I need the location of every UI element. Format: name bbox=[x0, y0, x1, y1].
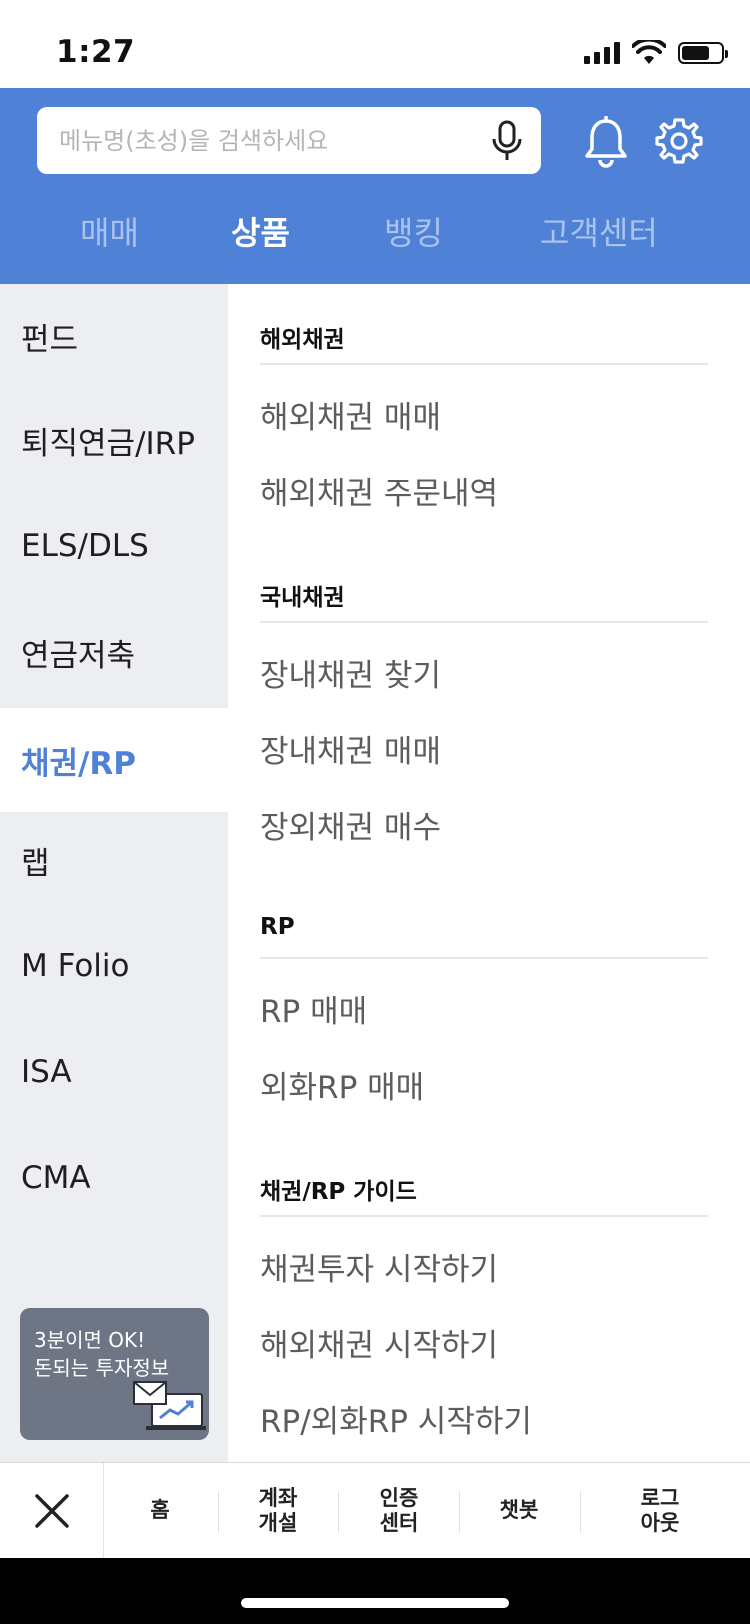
sidebar-item-m-folio[interactable]: M Folio bbox=[0, 914, 228, 1018]
bottom-separator bbox=[338, 1491, 339, 1533]
close-icon bbox=[34, 1494, 69, 1528]
section-title-rp: RP bbox=[260, 914, 295, 940]
sidebar-item-wrap[interactable]: 랩 bbox=[0, 808, 228, 912]
bottom-toolbar: 홈 계좌 개설 인증 센터 챗봇 로그 아웃 bbox=[0, 1462, 750, 1559]
sidebar-item-fund[interactable]: 펀드 bbox=[0, 284, 228, 388]
home-indicator[interactable] bbox=[241, 1598, 509, 1608]
link-fx-rp-trade[interactable]: 외화RP 매매 bbox=[260, 1062, 424, 1107]
link-rp-fx-rp-start[interactable]: RP/외화RP 시작하기 bbox=[260, 1396, 532, 1441]
section-divider bbox=[260, 1215, 708, 1217]
link-bond-invest-start[interactable]: 채권투자 시작하기 bbox=[260, 1244, 498, 1289]
main-tabs: 매매 상품 뱅킹 고객센터 bbox=[0, 208, 750, 264]
bottom-open-account-button[interactable]: 계좌 개설 bbox=[220, 1463, 336, 1559]
tab-banking[interactable]: 뱅킹 bbox=[384, 208, 443, 254]
mail-chart-icon bbox=[133, 1381, 206, 1430]
status-icons bbox=[584, 40, 728, 66]
link-otc-bond-buy[interactable]: 장외채권 매수 bbox=[260, 802, 441, 847]
search-box[interactable] bbox=[37, 107, 541, 174]
section-divider bbox=[260, 957, 708, 959]
microphone-icon[interactable] bbox=[487, 119, 527, 163]
bottom-auth-center-button[interactable]: 인증 센터 bbox=[340, 1463, 458, 1559]
promo-banner[interactable]: 3분이면 OK! 돈되는 투자정보 bbox=[20, 1308, 209, 1440]
sidebar-item-pension-savings[interactable]: 연금저축 bbox=[0, 600, 228, 704]
status-time: 1:27 bbox=[56, 34, 136, 70]
sidebar-item-els-dls[interactable]: ELS/DLS bbox=[0, 494, 228, 598]
link-overseas-bond-trade[interactable]: 해외채권 매매 bbox=[260, 392, 441, 437]
category-sidebar: 펀드 퇴직연금/IRP ELS/DLS 연금저축 채권/RP 랩 M Folio… bbox=[0, 284, 228, 1462]
gear-icon[interactable] bbox=[654, 116, 704, 166]
home-indicator-area bbox=[0, 1558, 750, 1624]
wifi-icon bbox=[632, 40, 666, 64]
link-overseas-bond-start[interactable]: 해외채권 시작하기 bbox=[260, 1320, 498, 1365]
status-bar: 1:27 bbox=[0, 0, 750, 88]
bottom-home-button[interactable]: 홈 bbox=[104, 1463, 216, 1559]
section-title-domestic-bonds: 국내채권 bbox=[260, 585, 345, 611]
tab-customer-center[interactable]: 고객센터 bbox=[540, 208, 658, 254]
battery-icon bbox=[678, 42, 728, 64]
sidebar-item-isa[interactable]: ISA bbox=[0, 1020, 228, 1124]
signal-icon bbox=[584, 42, 620, 64]
section-divider bbox=[260, 363, 708, 365]
sidebar-item-bond-rp[interactable]: 채권/RP bbox=[0, 708, 228, 812]
section-title-overseas-bonds: 해외채권 bbox=[260, 327, 345, 353]
submenu-panel: 해외채권 해외채권 매매 해외채권 주문내역 국내채권 장내채권 찾기 장내채권… bbox=[228, 284, 750, 1462]
close-button[interactable] bbox=[0, 1463, 104, 1559]
sidebar-item-cma[interactable]: CMA bbox=[0, 1126, 228, 1230]
section-divider bbox=[260, 621, 708, 623]
tab-trade[interactable]: 매매 bbox=[80, 208, 139, 254]
bell-icon[interactable] bbox=[582, 116, 630, 168]
promo-line-2: 돈되는 투자정보 bbox=[34, 1356, 170, 1380]
link-rp-trade[interactable]: RP 매매 bbox=[260, 986, 367, 1031]
tab-products[interactable]: 상품 bbox=[231, 208, 290, 254]
top-header: 매매 상품 뱅킹 고객센터 bbox=[0, 88, 750, 284]
link-exchange-bond-search[interactable]: 장내채권 찾기 bbox=[260, 650, 441, 695]
link-overseas-bond-orders[interactable]: 해외채권 주문내역 bbox=[260, 468, 498, 513]
bottom-separator bbox=[580, 1491, 581, 1533]
link-exchange-bond-trade[interactable]: 장내채권 매매 bbox=[260, 726, 441, 771]
bottom-separator bbox=[218, 1491, 219, 1533]
promo-line-1: 3분이면 OK! bbox=[34, 1328, 146, 1352]
bottom-chatbot-button[interactable]: 챗봇 bbox=[460, 1463, 578, 1559]
section-title-bond-rp-guide: 채권/RP 가이드 bbox=[260, 1179, 417, 1205]
bottom-logout-button[interactable]: 로그 아웃 bbox=[600, 1463, 720, 1559]
search-input[interactable] bbox=[59, 107, 459, 174]
sidebar-item-pension-irp[interactable]: 퇴직연금/IRP bbox=[0, 388, 228, 492]
